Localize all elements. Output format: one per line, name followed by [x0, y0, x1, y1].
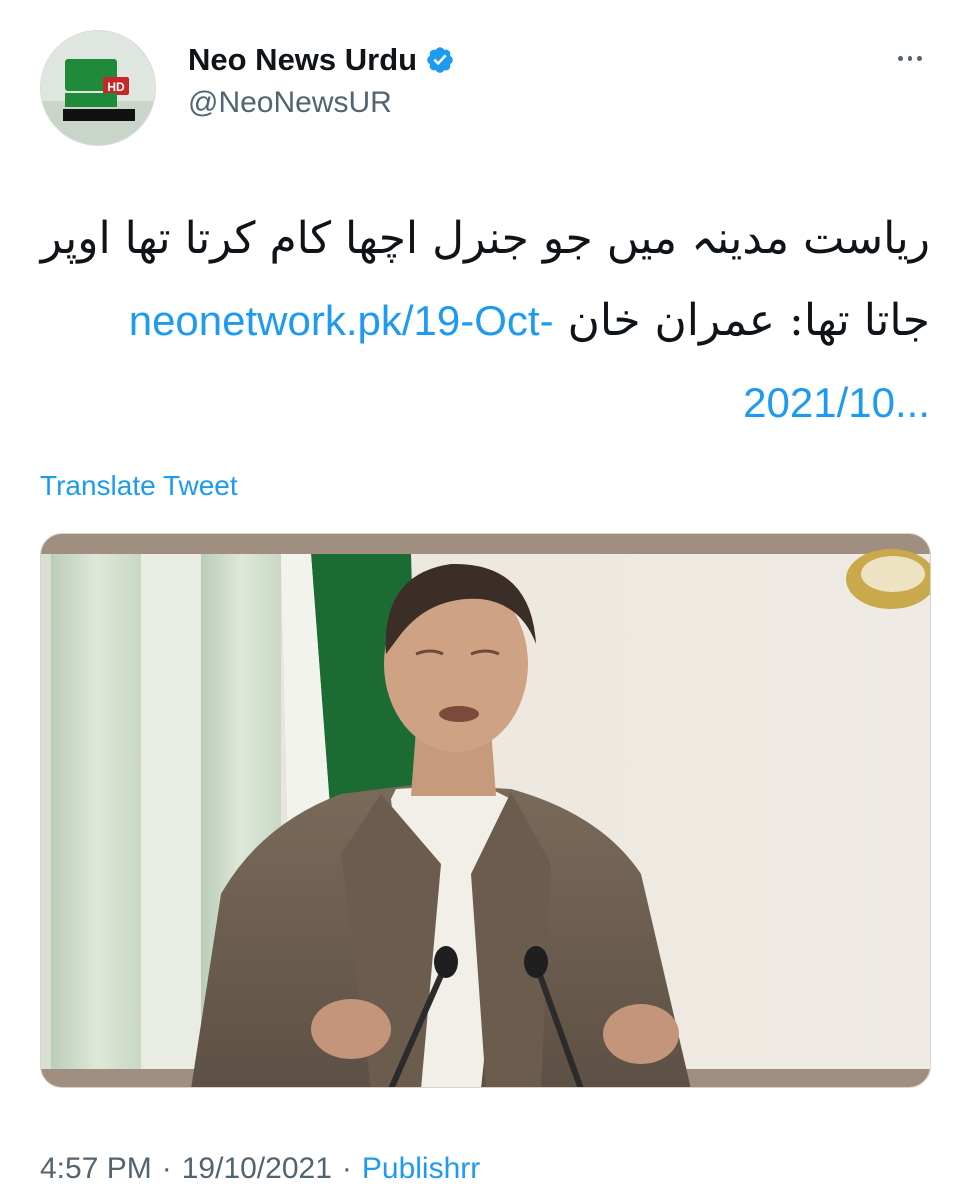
display-name[interactable]: Neo News Urdu — [188, 42, 417, 78]
tweet-source[interactable]: Publishrr — [362, 1152, 480, 1186]
meta-separator: · — [341, 1152, 352, 1185]
more-options-icon[interactable] — [898, 52, 923, 64]
tweet-text: ریاست مدینہ میں جو جنرل اچھا کام کرتا تھ… — [40, 198, 930, 444]
svg-text:HD: HD — [107, 80, 125, 94]
account-handle[interactable]: @NeoNewsUR — [188, 86, 392, 120]
tweet-time[interactable]: 4:57 PM — [40, 1152, 152, 1186]
tweet-card: HD Neo News Urdu @NeoNewsUR ریاست مدینہ … — [0, 0, 970, 1200]
neo-news-logo-icon: HD — [41, 31, 155, 145]
tweet-date[interactable]: 19/10/2021 — [182, 1152, 332, 1186]
account-name-row[interactable]: Neo News Urdu — [188, 42, 455, 78]
translate-tweet-link[interactable]: Translate Tweet — [40, 470, 238, 502]
verified-badge-icon — [427, 47, 453, 73]
meta-separator: · — [161, 1152, 172, 1185]
photo-image — [41, 534, 930, 1087]
avatar[interactable]: HD — [40, 30, 156, 146]
tweet-meta: 4:57 PM · 19/10/2021 · Publishrr — [40, 1152, 480, 1186]
tweet-photo[interactable] — [40, 533, 931, 1088]
